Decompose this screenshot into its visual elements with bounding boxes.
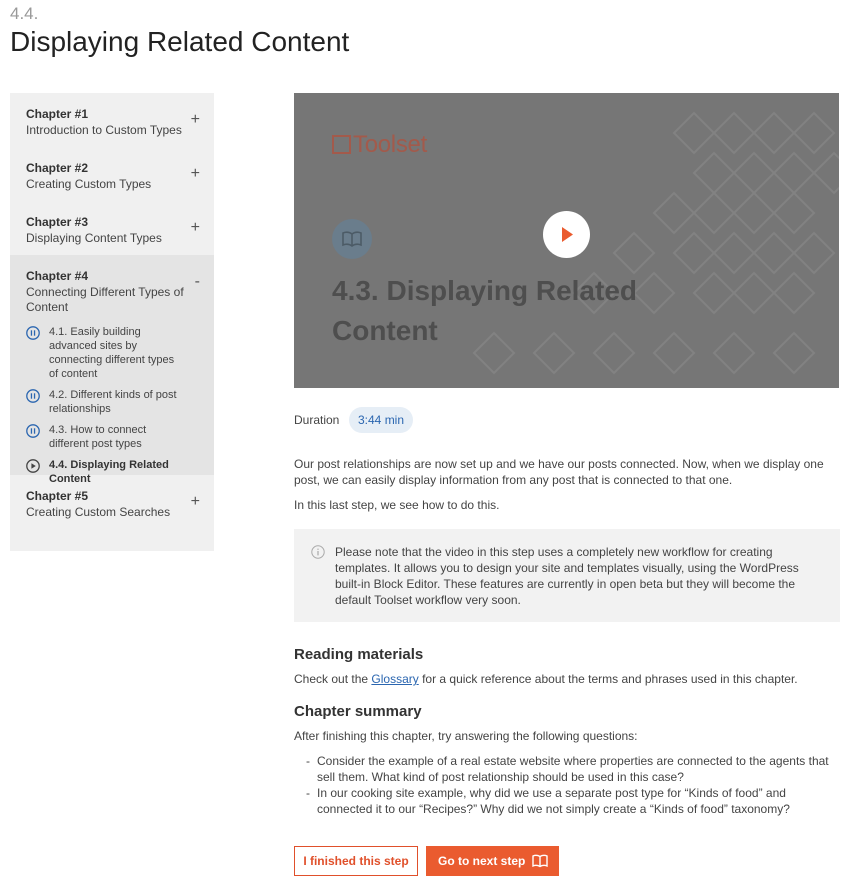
collapse-icon[interactable]: - — [195, 274, 200, 290]
chapter-title: Creating Custom Searches — [26, 505, 171, 519]
play-button[interactable] — [543, 211, 590, 258]
note-text: Please note that the video in this step … — [335, 545, 799, 607]
expand-icon[interactable]: + — [191, 166, 200, 182]
sidebar-chapter-1[interactable]: Chapter #1 Introduction to Custom Types … — [10, 93, 214, 147]
intro-paragraph: Our post relationships are now set up an… — [294, 457, 824, 487]
reading-text-before: Check out the — [294, 672, 372, 686]
glossary-link[interactable]: Glossary — [371, 672, 418, 686]
lesson-item-4-2[interactable]: 4.2. Different kinds of post relationshi… — [26, 388, 184, 416]
book-icon — [332, 219, 372, 259]
sidebar-chapter-4[interactable]: Chapter #4 Connecting Different Types of… — [10, 255, 214, 485]
question-list: Consider the example of a real estate we… — [306, 753, 836, 817]
expand-icon[interactable]: + — [191, 112, 200, 128]
reading-materials-text: Check out the Glossary for a quick refer… — [294, 671, 839, 687]
summary-intro: After finishing this chapter, try answer… — [294, 729, 638, 743]
sidebar-chapter-2[interactable]: Chapter #2 Creating Custom Types + — [10, 147, 214, 201]
chapter-title: Displaying Content Types — [26, 231, 162, 245]
chapter-name: Chapter #4 — [26, 269, 89, 283]
reading-materials-heading: Reading materials — [294, 646, 424, 663]
expand-icon[interactable]: + — [191, 220, 200, 236]
video-heading: 4.3. Displaying Related Content — [332, 275, 637, 346]
chapter-title: Connecting Different Types of Content — [26, 285, 184, 314]
sidebar-chapter-3[interactable]: Chapter #3 Displaying Content Types + — [10, 201, 214, 255]
chapter-title: Creating Custom Types — [26, 177, 152, 191]
page-title: Displaying Related Content — [10, 26, 350, 57]
lesson-label: 4.1. Easily building advanced sites by c… — [49, 326, 175, 380]
pause-circle-icon — [26, 389, 40, 403]
chapter-name: Chapter #2 — [26, 161, 89, 175]
lesson-label: 4.3. How to connect different post types — [49, 424, 147, 450]
chapter-name: Chapter #1 — [26, 107, 89, 121]
reading-text-after: for a quick reference about the terms an… — [418, 672, 798, 686]
lesson-item-4-1[interactable]: 4.1. Easily building advanced sites by c… — [26, 325, 184, 381]
pause-circle-icon — [26, 424, 40, 438]
toolset-logo: Toolset — [332, 131, 427, 159]
step-number: 4.4. — [10, 4, 39, 23]
chapter-summary-heading: Chapter summary — [294, 703, 422, 720]
duration-badge: 3:44 min — [349, 407, 414, 433]
toolset-logo-text: Toolset — [353, 131, 427, 158]
book-icon — [532, 854, 548, 868]
expand-icon[interactable]: + — [191, 494, 200, 510]
intro-paragraph-2: In this last step, we see how to do this… — [294, 498, 500, 512]
lesson-label: 4.2. Different kinds of post relationshi… — [49, 389, 177, 415]
sidebar-chapter-5[interactable]: Chapter #5 Creating Custom Searches + — [10, 475, 214, 529]
chapter-name: Chapter #3 — [26, 215, 89, 229]
lesson-list: 4.1. Easily building advanced sites by c… — [26, 325, 184, 486]
chapter-title: Introduction to Custom Types — [26, 123, 182, 137]
info-note: Please note that the video in this step … — [294, 529, 840, 622]
next-step-label: Go to next step — [438, 854, 526, 868]
pause-circle-icon — [26, 326, 40, 340]
play-circle-icon — [26, 459, 40, 473]
chapter-sidebar: Chapter #1 Introduction to Custom Types … — [10, 93, 214, 551]
video-player[interactable]: Toolset 4.3. Displaying Related Content — [294, 93, 839, 388]
next-step-button[interactable]: Go to next step — [426, 846, 559, 876]
chapter-name: Chapter #5 — [26, 489, 89, 503]
list-item: Consider the example of a real estate we… — [306, 753, 836, 785]
duration-label: Duration — [294, 413, 340, 427]
play-icon — [562, 227, 573, 242]
info-icon — [311, 545, 325, 559]
list-item: In our cooking site example, why did we … — [306, 785, 836, 817]
toolset-logo-mark — [332, 135, 351, 154]
lesson-item-4-3[interactable]: 4.3. How to connect different post types — [26, 423, 184, 451]
finished-step-button[interactable]: I finished this step — [294, 846, 418, 876]
